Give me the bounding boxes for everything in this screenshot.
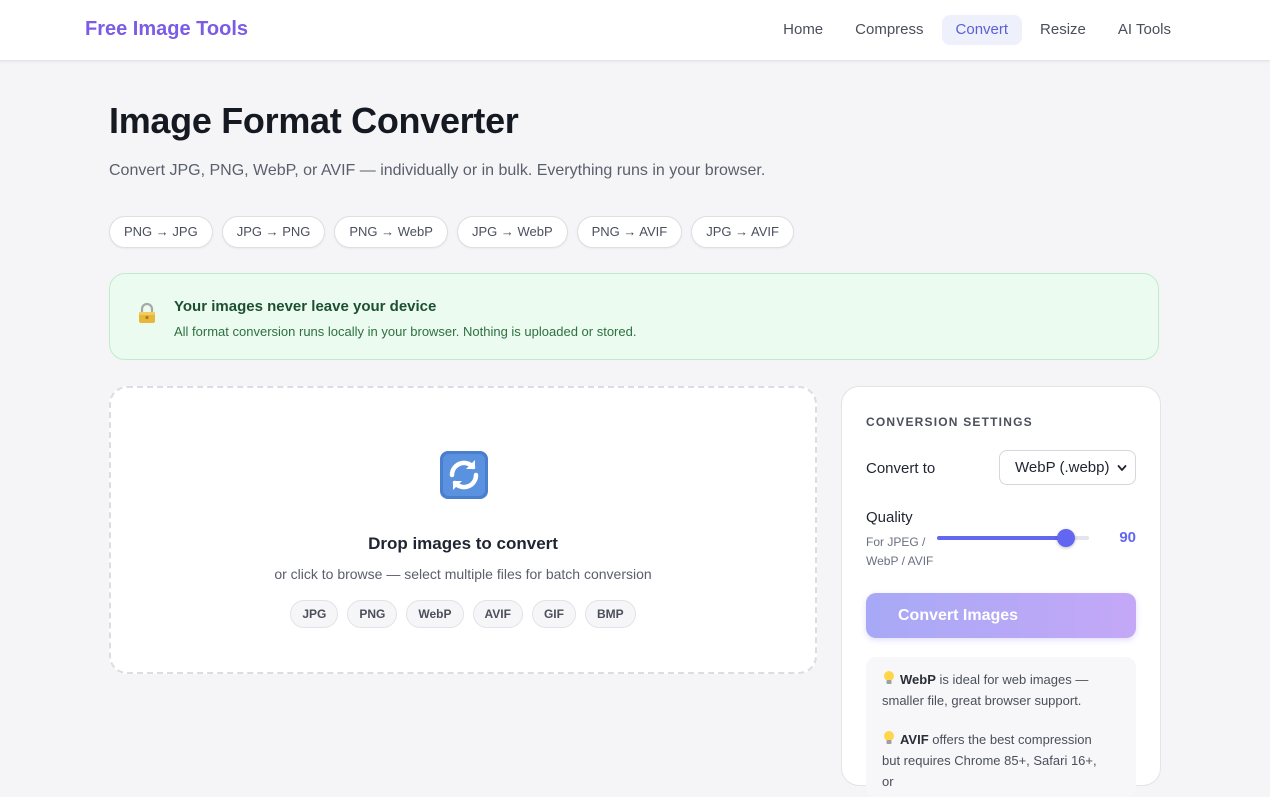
convert-images-button[interactable]: Convert Images <box>866 593 1136 638</box>
dropzone-subtitle: or click to browse — select multiple fil… <box>274 566 652 582</box>
settings-heading: CONVERSION SETTINGS <box>866 415 1033 429</box>
quick-link-png-to-webp[interactable]: PNG → WebP <box>334 216 448 248</box>
quick-link-jpg-to-webp[interactable]: JPG → WebP <box>456 216 568 248</box>
quick-link-jpg-to-png[interactable]: JPG → PNG <box>221 216 326 248</box>
dropzone-title: Drop images to convert <box>368 534 558 553</box>
conversion-settings-panel: CONVERSION SETTINGS Convert to WebP (.we… <box>841 386 1161 797</box>
format-badge-webp: WebP <box>406 600 464 628</box>
format-badge-avif: AVIF <box>472 600 523 628</box>
site-logo[interactable]: Free Image Tools <box>85 18 248 41</box>
privacy-notice: Your images never leave your device All … <box>109 273 1159 360</box>
nav-compress[interactable]: Compress <box>841 15 937 45</box>
format-badge-png: PNG <box>347 600 398 628</box>
quality-value: 90 <box>1119 529 1136 546</box>
format-badge-jpg: JPG <box>290 600 339 628</box>
quality-slider[interactable] <box>937 529 1089 547</box>
page-title: Image Format Converter <box>109 100 519 141</box>
nav-resize[interactable]: Resize <box>1026 15 1100 45</box>
quality-label: Quality <box>866 509 913 526</box>
tip-avif: AVIF offers the best compression but req… <box>882 729 1104 792</box>
nav-ai-tools[interactable]: AI Tools <box>1104 15 1185 45</box>
nav-home[interactable]: Home <box>769 15 837 45</box>
supported-formats: JPG PNG WebP AVIF GIF BMP <box>111 600 815 628</box>
tip-webp-bold: WebP <box>900 672 936 687</box>
top-navigation-bar: Free Image Tools Home Compress Convert R… <box>0 0 1270 61</box>
quality-hint: For JPEG / WebP / AVIF <box>866 535 934 568</box>
lightbulb-icon <box>884 731 894 744</box>
privacy-title: Your images never leave your device <box>174 298 437 315</box>
output-format-select[interactable]: WebP (.webp) <box>999 450 1136 485</box>
quality-slider-thumb[interactable] <box>1057 529 1076 547</box>
convert-to-label: Convert to <box>866 460 936 477</box>
tip-webp: WebP is ideal for web images — smaller f… <box>882 669 1104 711</box>
quick-link-png-to-jpg[interactable]: PNG → JPG <box>109 216 213 248</box>
quick-conversion-links: PNG → JPG JPG → PNG PNG → WebP JPG → Web… <box>109 216 794 248</box>
format-badge-bmp: BMP <box>584 600 636 628</box>
nav-convert[interactable]: Convert <box>941 15 1023 45</box>
format-badge-gif: GIF <box>531 600 576 628</box>
quality-slider-fill <box>937 536 1067 540</box>
quick-link-png-to-avif[interactable]: PNG → AVIF <box>576 216 683 248</box>
convert-arrows-icon <box>440 451 488 499</box>
image-dropzone[interactable]: Drop images to convert or click to brows… <box>109 386 817 674</box>
lock-icon <box>139 302 155 323</box>
chevron-down-icon <box>1117 465 1127 471</box>
privacy-text: All format conversion runs locally in yo… <box>174 324 637 339</box>
tip-avif-bold: AVIF <box>900 732 929 747</box>
main-nav: Home Compress Convert Resize AI Tools <box>769 15 1185 45</box>
quick-link-jpg-to-avif[interactable]: JPG → AVIF <box>691 216 794 248</box>
page-subtitle: Convert JPG, PNG, WebP, or AVIF — indivi… <box>109 162 766 179</box>
output-format-value: WebP (.webp) <box>1015 459 1110 476</box>
format-tips: WebP is ideal for web images — smaller f… <box>866 657 1136 797</box>
lightbulb-icon <box>884 671 894 684</box>
